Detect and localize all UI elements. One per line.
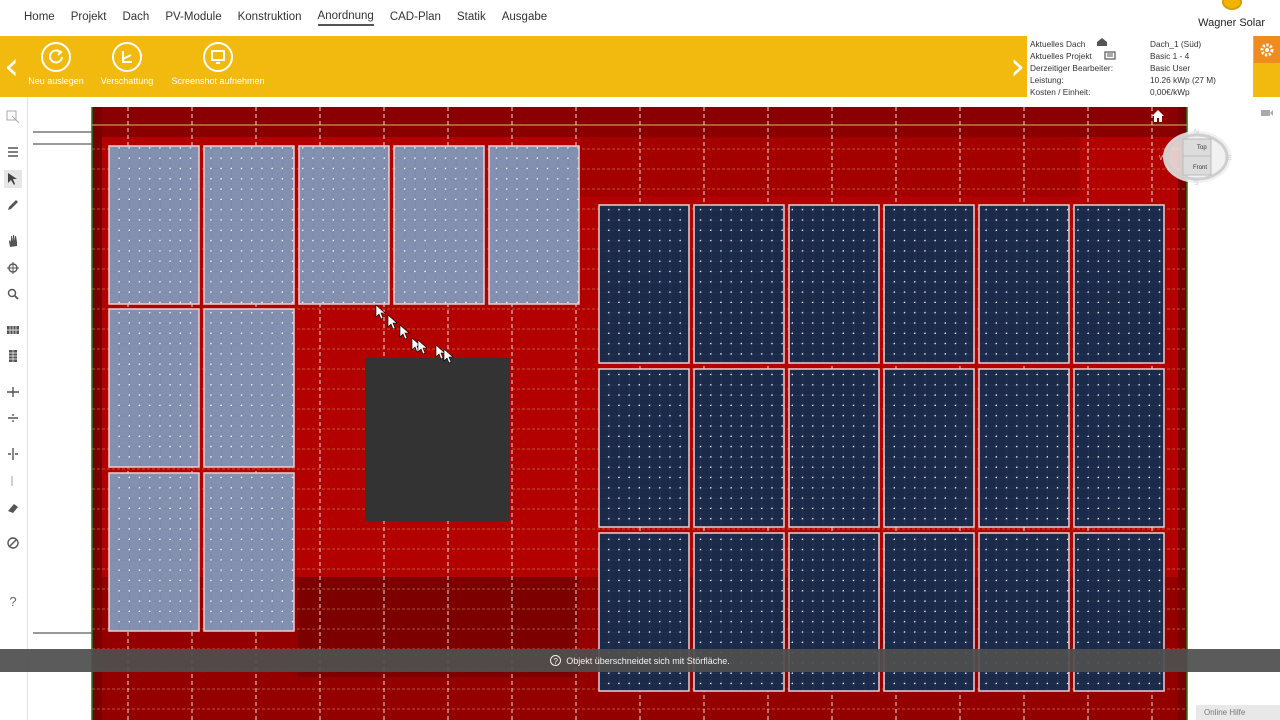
- nav-anordnung[interactable]: Anordnung: [317, 10, 374, 26]
- list-icon[interactable]: [4, 143, 22, 161]
- verschattung-label: Verschattung: [100, 76, 154, 86]
- info-row-projekt: Aktuelles Projekt Basic 1 - 4: [1030, 50, 1252, 62]
- pv-module[interactable]: [693, 204, 785, 364]
- zoom-icon[interactable]: [4, 285, 22, 303]
- distribute-vertical-icon[interactable]: [4, 409, 22, 427]
- screenshot-label: Screenshot aufnehmen: [171, 76, 265, 86]
- pv-module[interactable]: [693, 368, 785, 528]
- pv-module[interactable]: [393, 145, 485, 305]
- aktuelles-dach-label: Aktuelles Dach: [1030, 39, 1086, 49]
- aktuelles-projekt-value: Basic 1 - 4: [1150, 51, 1190, 61]
- nav-konstruktion[interactable]: Konstruktion: [238, 11, 302, 25]
- refresh-icon: [41, 42, 71, 72]
- pv-module[interactable]: [598, 204, 690, 364]
- pv-module[interactable]: [1073, 368, 1165, 528]
- notification-bar: ? Objekt überschneidet sich mit Störfläc…: [0, 649, 1280, 672]
- grid-row-icon[interactable]: [4, 321, 22, 339]
- compass-e: E: [1227, 155, 1232, 162]
- pv-module[interactable]: [978, 204, 1070, 364]
- main-menu: Home Projekt Dach PV-Module Konstruktion Anor…: [24, 0, 547, 36]
- chevron-left-icon[interactable]: ‹: [4, 44, 19, 88]
- roof-icon: [1096, 37, 1108, 50]
- compass-s: S: [1194, 180, 1199, 187]
- measure-icon[interactable]: [4, 534, 22, 552]
- compass-n: N: [1194, 129, 1199, 136]
- grid-col-icon[interactable]: [4, 347, 22, 365]
- chevron-right-icon[interactable]: ›: [1010, 44, 1025, 88]
- pencil-icon[interactable]: [4, 196, 22, 214]
- neu-auslegen-label: Neu auslegen: [28, 76, 84, 86]
- nav-cad-plan[interactable]: CAD-Plan: [390, 11, 441, 25]
- hand-icon[interactable]: [4, 232, 22, 250]
- wagner-solar-logo: Wagner Solar: [1196, 0, 1266, 36]
- pv-module[interactable]: [108, 308, 200, 468]
- nav-projekt[interactable]: Projekt: [71, 11, 107, 25]
- align-icon[interactable]: [4, 472, 22, 490]
- view-front-label: Front: [1193, 165, 1207, 171]
- monitor-icon: [203, 42, 233, 72]
- select-icon[interactable]: [4, 108, 22, 126]
- aktuelles-dach-value: Dach_1 (Süd): [1150, 39, 1202, 49]
- view-top-label: Top: [1197, 145, 1207, 151]
- rotate-icon[interactable]: [4, 259, 22, 277]
- roof-plan[interactable]: Top Front N S W E: [28, 97, 1252, 720]
- gear-icon: [1260, 43, 1274, 56]
- right-panel-strip: [1254, 97, 1280, 720]
- bearbeiter-label: Derzeitiger Bearbeiter:: [1030, 63, 1114, 73]
- info-row-dach: Aktuelles Dach Dach_1 (Süd): [1030, 38, 1252, 50]
- pv-module[interactable]: [883, 368, 975, 528]
- obstacle-area: [365, 358, 510, 521]
- nav-statik[interactable]: Statik: [457, 11, 486, 25]
- distribute-horizontal-icon[interactable]: [4, 383, 22, 401]
- notification-text: Objekt überschneidet sich mit Störfläche…: [566, 655, 730, 666]
- pv-module[interactable]: [1073, 204, 1165, 364]
- tool-sidebar: ?: [0, 97, 28, 720]
- verschattung-button[interactable]: Verschattung: [97, 42, 157, 86]
- view-cube: [1163, 131, 1231, 183]
- shading-icon: [112, 42, 142, 72]
- compass-w: W: [1159, 155, 1166, 162]
- sun-icon: [1222, 0, 1242, 10]
- nav-ausgabe[interactable]: Ausgabe: [502, 11, 547, 25]
- help-icon[interactable]: ?: [4, 592, 22, 610]
- info-row-bearbeiter: Derzeitiger Bearbeiter: Basic User: [1030, 62, 1252, 74]
- pv-module[interactable]: [788, 368, 880, 528]
- info-icon: ?: [550, 655, 562, 666]
- pv-module[interactable]: [203, 472, 295, 632]
- brand-name: Wagner Solar: [1198, 17, 1265, 29]
- pv-module[interactable]: [203, 308, 295, 468]
- bearbeiter-value: Basic User: [1150, 63, 1191, 73]
- top-navigation: Home Projekt Dach PV-Module Konstruktion Anor…: [0, 0, 1280, 36]
- nav-pv-module[interactable]: PV-Module: [165, 11, 221, 25]
- pointer-icon[interactable]: [4, 170, 22, 188]
- info-row-leistung: Leistung: 10.26 kWp (27 M): [1030, 74, 1252, 86]
- eraser-icon[interactable]: [4, 499, 22, 517]
- pv-module[interactable]: [488, 145, 580, 305]
- neu-auslegen-button[interactable]: Neu auslegen: [26, 42, 86, 86]
- nav-home[interactable]: Home: [24, 11, 55, 25]
- pv-module[interactable]: [108, 145, 200, 305]
- project-info-panel: Aktuelles Dach Dach_1 (Süd) Aktuelles Pr…: [1027, 36, 1253, 97]
- pv-module[interactable]: [788, 204, 880, 364]
- nav-dach[interactable]: Dach: [122, 11, 149, 25]
- pv-module[interactable]: [203, 145, 295, 305]
- pv-module[interactable]: [883, 204, 975, 364]
- leistung-value: 10.26 kWp (27 M): [1150, 75, 1216, 85]
- pv-module[interactable]: [598, 368, 690, 528]
- split-icon[interactable]: [4, 445, 22, 463]
- pv-module[interactable]: [298, 145, 390, 305]
- panel-toggle-icon[interactable]: [1260, 105, 1274, 123]
- settings-gear-button[interactable]: [1254, 36, 1280, 63]
- online-help-tab[interactable]: Online Hilfe: [1196, 705, 1280, 720]
- screenshot-button[interactable]: Screenshot aufnehmen: [168, 42, 268, 86]
- pv-module[interactable]: [978, 368, 1070, 528]
- pv-module[interactable]: [108, 472, 200, 632]
- roof-layout-canvas[interactable]: Top Front N S W E: [28, 97, 1252, 720]
- leistung-label: Leistung:: [1030, 75, 1064, 85]
- aktuelles-projekt-label: Aktuelles Projekt: [1030, 51, 1092, 61]
